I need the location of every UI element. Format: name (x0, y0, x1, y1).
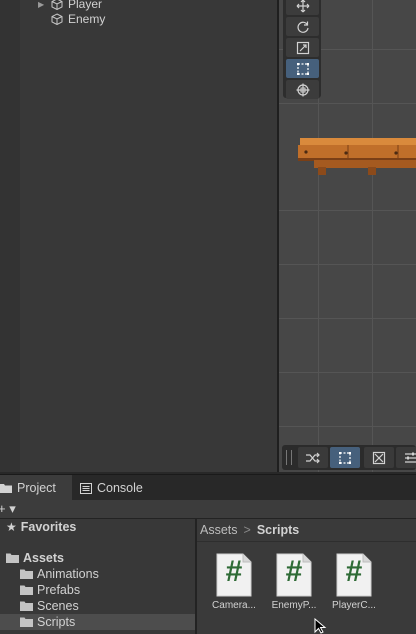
grid-snap-icon (372, 451, 386, 464)
shuffle-button[interactable] (298, 447, 328, 468)
rotate-tool-button[interactable] (286, 17, 319, 36)
rect-snap-icon (339, 451, 351, 464)
project-toolbar: + ▾ (0, 500, 416, 519)
favorites-item[interactable]: ★ Favorites (0, 519, 201, 535)
drag-handle[interactable] (286, 450, 292, 465)
asset-enemy-script[interactable]: # EnemyP... (264, 553, 324, 611)
breadcrumb-assets[interactable]: Assets (200, 523, 238, 537)
csharp-script-icon: # (216, 553, 252, 597)
folder-scripts[interactable]: Scripts (0, 614, 215, 630)
project-tab-bar: Project Console (0, 474, 416, 501)
folder-icon (20, 569, 33, 579)
favorites-label: Favorites (20, 520, 77, 534)
mouse-cursor-icon (314, 618, 327, 634)
tool-palette (283, 0, 321, 99)
tab-label: Console (97, 481, 143, 495)
csharp-script-icon: # (276, 553, 312, 597)
assets-label: Assets (23, 551, 64, 565)
grid-line (279, 318, 416, 319)
rect-snap-button[interactable] (330, 447, 360, 468)
snap-settings-button[interactable] (396, 447, 416, 468)
grid-snap-button[interactable] (364, 447, 394, 468)
expand-arrow-icon[interactable]: ▶ (38, 0, 46, 9)
hierarchy-item-label: Enemy (68, 12, 106, 26)
asset-player-script[interactable]: # PlayerC... (324, 553, 384, 611)
tab-console[interactable]: Console (78, 475, 143, 501)
breadcrumb-separator: > (243, 523, 251, 537)
scale-tool-button[interactable] (286, 38, 319, 57)
assets-folder[interactable]: Assets (0, 550, 201, 566)
breadcrumb: Assets > Scripts (197, 519, 416, 542)
rect-tool-button[interactable] (286, 59, 319, 78)
gameobject-cube-icon (51, 0, 63, 10)
transform-icon (296, 83, 309, 96)
add-asset-button[interactable]: + ▾ (0, 501, 16, 517)
console-icon (80, 482, 92, 494)
folder-icon (20, 601, 33, 611)
move-tool-button[interactable] (286, 0, 319, 15)
star-icon: ★ (6, 520, 17, 534)
hierarchy-panel: ▶ Player Enemy (0, 0, 277, 472)
grid-line (279, 264, 416, 265)
grid-line (279, 103, 416, 104)
folder-label: Scripts (37, 615, 76, 629)
rotate-icon (297, 21, 309, 33)
folder-animations[interactable]: Animations (0, 566, 215, 582)
move-icon (296, 0, 309, 12)
folder-label: Animations (37, 567, 99, 581)
folder-icon (20, 585, 33, 595)
scene-snap-toolbar (282, 445, 416, 470)
folder-icon (6, 553, 19, 563)
gameobject-cube-icon (51, 13, 63, 25)
csharp-script-icon: # (336, 553, 372, 597)
scale-icon (296, 41, 309, 54)
folder-label: Scenes (37, 599, 79, 613)
folder-label: Prefabs (37, 583, 81, 597)
asset-camera-script[interactable]: # Camera... (204, 553, 264, 611)
folder-scenes[interactable]: Scenes (0, 598, 215, 614)
project-folder-tree: ★ Favorites Assets Animations Prefabs Sc… (0, 519, 215, 634)
tab-project[interactable]: Project (0, 475, 72, 501)
tab-label: Project (17, 481, 56, 495)
asset-label: PlayerC... (332, 600, 376, 611)
hierarchy-item-enemy[interactable]: Enemy (38, 11, 105, 27)
breadcrumb-scripts[interactable]: Scripts (257, 523, 299, 537)
grid-line (279, 426, 416, 427)
shuffle-icon (306, 452, 320, 463)
asset-label: Camera... (212, 600, 256, 611)
settings-icon (405, 452, 416, 463)
transform-tool-button[interactable] (286, 80, 319, 99)
platform-sprite[interactable] (298, 136, 416, 178)
folder-icon (20, 617, 33, 627)
asset-label: EnemyP... (271, 600, 317, 611)
hierarchy-item-label: Player (68, 0, 103, 11)
grid-line (372, 0, 373, 472)
hierarchy-gutter (0, 0, 20, 472)
folder-icon (0, 484, 12, 493)
grid-line (279, 372, 416, 373)
rect-icon (296, 62, 309, 75)
grid-line (279, 210, 416, 211)
folder-prefabs[interactable]: Prefabs (0, 582, 215, 598)
